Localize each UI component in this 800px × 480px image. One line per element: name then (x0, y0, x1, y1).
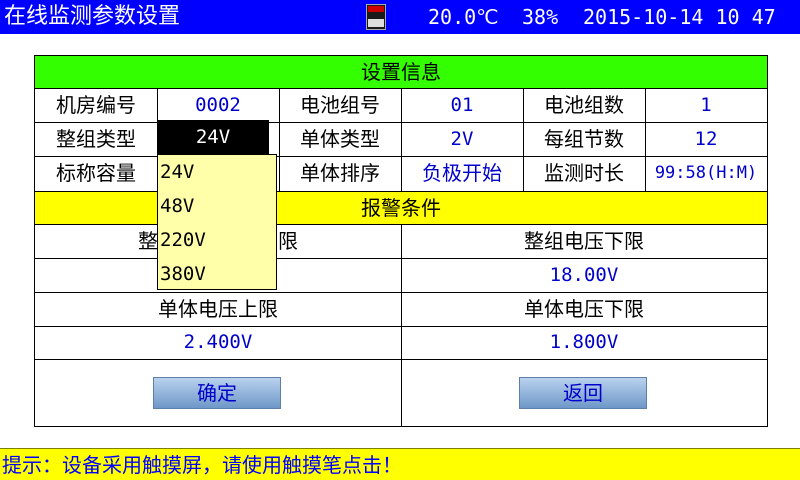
page-title: 在线监测参数设置 (4, 4, 181, 29)
value-room-number[interactable]: 0002 (157, 89, 279, 122)
label-cell-voltage-lower: 单体电压下限 (524, 297, 644, 321)
label-monitor-duration: 监测时长 (544, 161, 624, 185)
label-nominal-capacity: 标称容量 (56, 161, 136, 185)
confirm-button[interactable]: 确定 (153, 377, 281, 409)
dropdown-option[interactable]: 380V (160, 257, 270, 291)
value-monitor-duration[interactable]: 99:58(H:M) (645, 156, 767, 191)
tip-text: 提示：设备采用触摸屏，请使用触摸笔点击！ (2, 453, 402, 477)
value-cell-order[interactable]: 负极开始 (401, 156, 523, 191)
value-cell-voltage-lower[interactable]: 1.800V (401, 326, 767, 359)
humidity-readout: 38% (522, 5, 559, 29)
datetime-readout: 2015-10-14 10 47 (583, 5, 776, 29)
label-group-voltage-lower: 整组电压下限 (524, 229, 644, 253)
label-battery-group-number: 电池组号 (300, 93, 380, 117)
tip-bar: 提示：设备采用触摸屏，请使用触摸笔点击！ (0, 448, 800, 480)
value-cell-voltage-upper[interactable]: 2.400V (35, 326, 401, 359)
section-header-settings-info: 设置信息 (35, 56, 767, 89)
temperature-readout: 20.0℃ (428, 5, 499, 29)
settings-panel: 设置信息 机房编号 0002 电池组号 01 电池组数 1 整组类型 单体类型 … (34, 55, 768, 427)
value-battery-group-number[interactable]: 01 (401, 89, 523, 122)
label-cells-per-group: 每组节数 (544, 127, 624, 151)
sd-card-icon (366, 4, 386, 30)
dropdown-option[interactable]: 48V (160, 189, 270, 223)
back-button[interactable]: 返回 (519, 377, 647, 409)
dropdown-option[interactable]: 24V (160, 155, 270, 189)
label-cell-order: 单体排序 (300, 161, 380, 185)
label-battery-group-count: 电池组数 (544, 93, 624, 117)
dropdown-option[interactable]: 220V (160, 223, 270, 257)
group-type-dropdown: 24V 48V 220V 380V (157, 154, 277, 290)
value-cell-type[interactable]: 2V (401, 122, 523, 156)
label-cell-voltage-upper: 单体电压上限 (158, 297, 278, 321)
top-status-bar: 在线监测参数设置 20.0℃ 38% 2015-10-14 10 47 (0, 0, 800, 34)
value-group-voltage-lower[interactable]: 18.00V (401, 258, 767, 292)
section-header-alarm-conditions: 报警条件 (35, 191, 767, 225)
label-cell-type: 单体类型 (300, 127, 380, 151)
group-type-select[interactable]: 24V (157, 120, 269, 154)
label-room-number: 机房编号 (56, 93, 136, 117)
label-group-type: 整组类型 (56, 127, 136, 151)
value-battery-group-count[interactable]: 1 (645, 89, 767, 122)
value-cells-per-group[interactable]: 12 (645, 122, 767, 156)
